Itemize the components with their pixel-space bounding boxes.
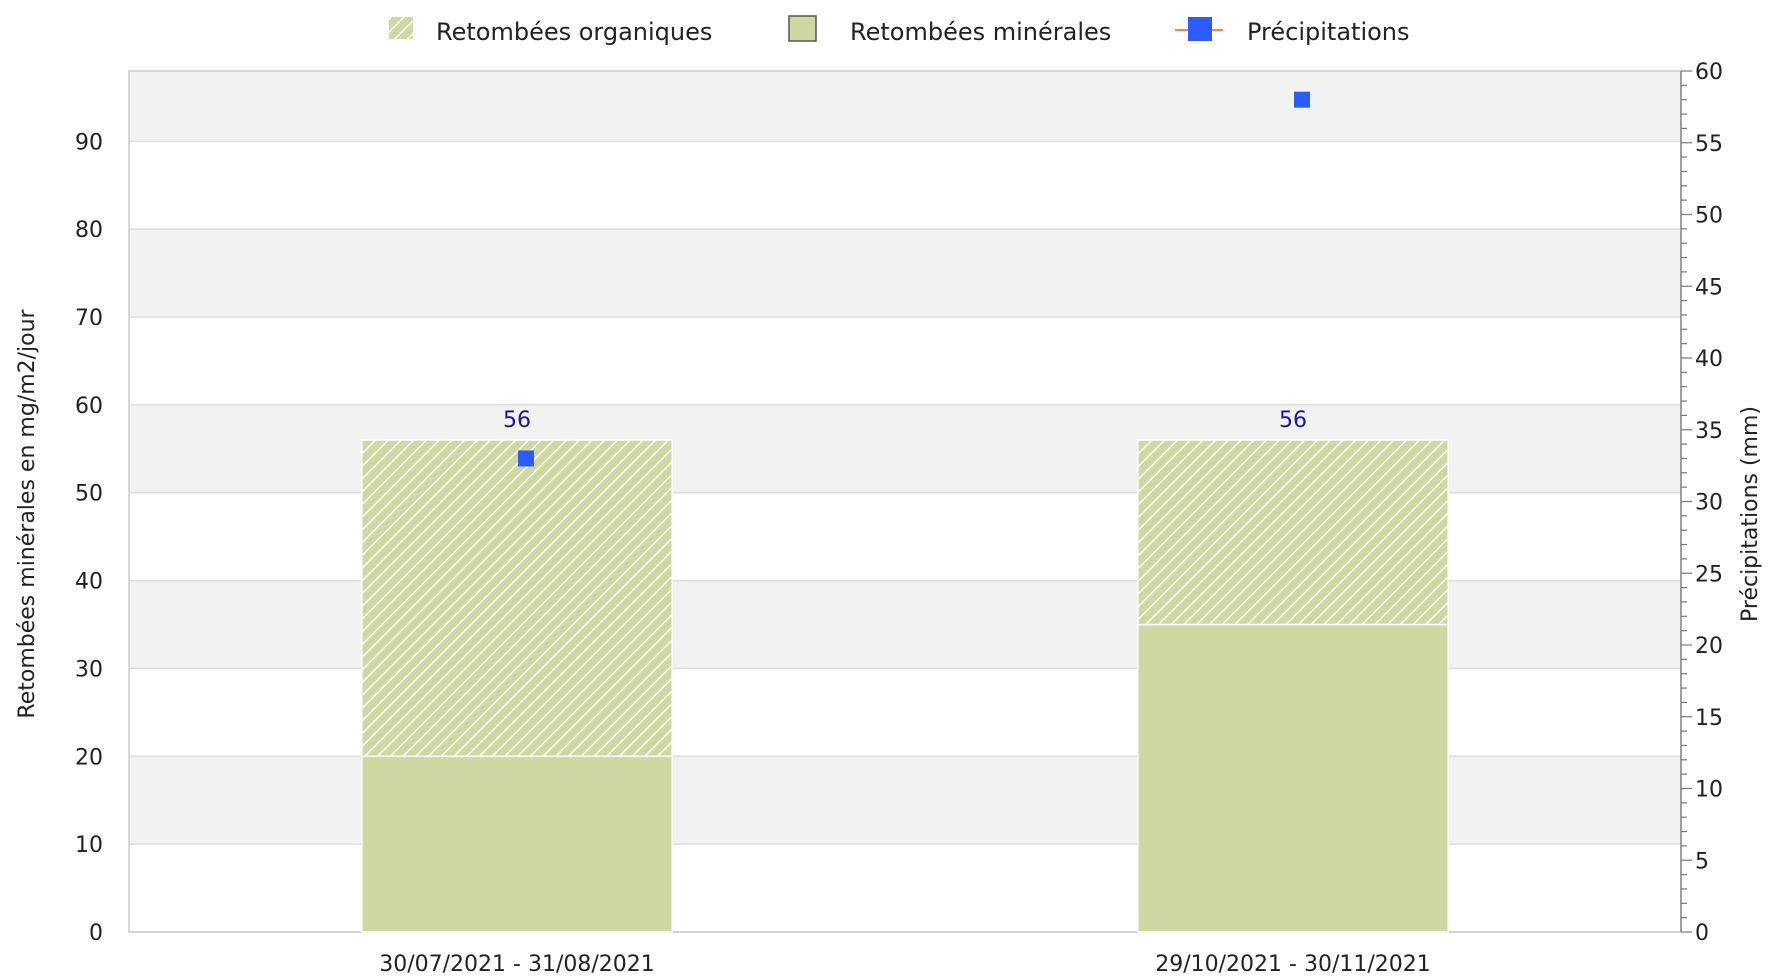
y-axis-title-right: Précipitations (mm) [1738, 406, 1763, 622]
y-tick-label-right: 30 [1695, 491, 1723, 516]
legend: Retombées organiques Retombées minérales… [389, 15, 1410, 46]
legend-swatch-mineral [788, 15, 817, 42]
bar-total-label: 56 [1279, 408, 1307, 433]
grid-band [129, 71, 1681, 142]
y-tick-label-left: 60 [75, 394, 103, 419]
legend-label-mineral: Retombées minérales [850, 18, 1111, 46]
plot-area: 0 10 20 30 40 50 60 70 80 90 0 5 10 15 20 25 30 35 40 45 50 5… [75, 60, 1723, 977]
y-tick-label-left: 80 [75, 218, 103, 243]
y-tick-label-left: 20 [75, 745, 103, 770]
legend-item-precipitation[interactable]: Précipitations [1175, 17, 1410, 46]
y-tick-label-right: 25 [1695, 562, 1723, 587]
legend-label-precipitation: Précipitations [1247, 18, 1410, 46]
legend-marker-precipitation [1188, 17, 1212, 41]
y-tick-label-right: 60 [1695, 60, 1723, 85]
y-tick-label-left: 50 [75, 482, 103, 507]
y-tick-label-right: 50 [1695, 204, 1723, 229]
y-tick-label-right: 35 [1695, 419, 1723, 444]
bar-organic [361, 439, 673, 758]
y-tick-label-right: 20 [1695, 634, 1723, 659]
y-tick-label-left: 70 [75, 306, 103, 331]
bar-mineral [361, 755, 673, 933]
y-tick-label-left: 40 [75, 570, 103, 595]
chart: Retombées organiques Retombées minérales… [15, 15, 1763, 977]
grid-band [129, 229, 1681, 317]
y-axis-title-left: Retombées minérales en mg/m2/jour [15, 308, 40, 718]
y-tick-label-right: 15 [1695, 706, 1723, 731]
y-tick-label-right: 5 [1695, 849, 1709, 874]
legend-item-mineral[interactable]: Retombées minérales [788, 15, 1111, 46]
y-tick-label-left: 10 [75, 833, 103, 858]
y-tick-label-right: 40 [1695, 347, 1723, 372]
x-tick-label: 29/10/2021 - 30/11/2021 [1155, 952, 1431, 977]
legend-swatch-organic [389, 17, 413, 39]
bar-mineral [1137, 623, 1449, 933]
y-tick-label-right: 45 [1695, 275, 1723, 300]
y-tick-label-right: 55 [1695, 132, 1723, 157]
legend-label-organic: Retombées organiques [436, 18, 712, 46]
y-tick-label-left: 0 [89, 921, 103, 946]
y-tick-label-right: 10 [1695, 778, 1723, 803]
precipitation-marker [518, 450, 534, 467]
x-tick-label: 30/07/2021 - 31/08/2021 [379, 952, 655, 977]
y-tick-label-right: 0 [1695, 921, 1709, 946]
bar-organic [1137, 439, 1449, 626]
legend-item-organic[interactable]: Retombées organiques [389, 17, 712, 46]
bar-total-label: 56 [503, 408, 531, 433]
precipitation-marker [1294, 91, 1310, 108]
y-tick-label-left: 90 [75, 130, 103, 155]
y-tick-label-left: 30 [75, 657, 103, 682]
